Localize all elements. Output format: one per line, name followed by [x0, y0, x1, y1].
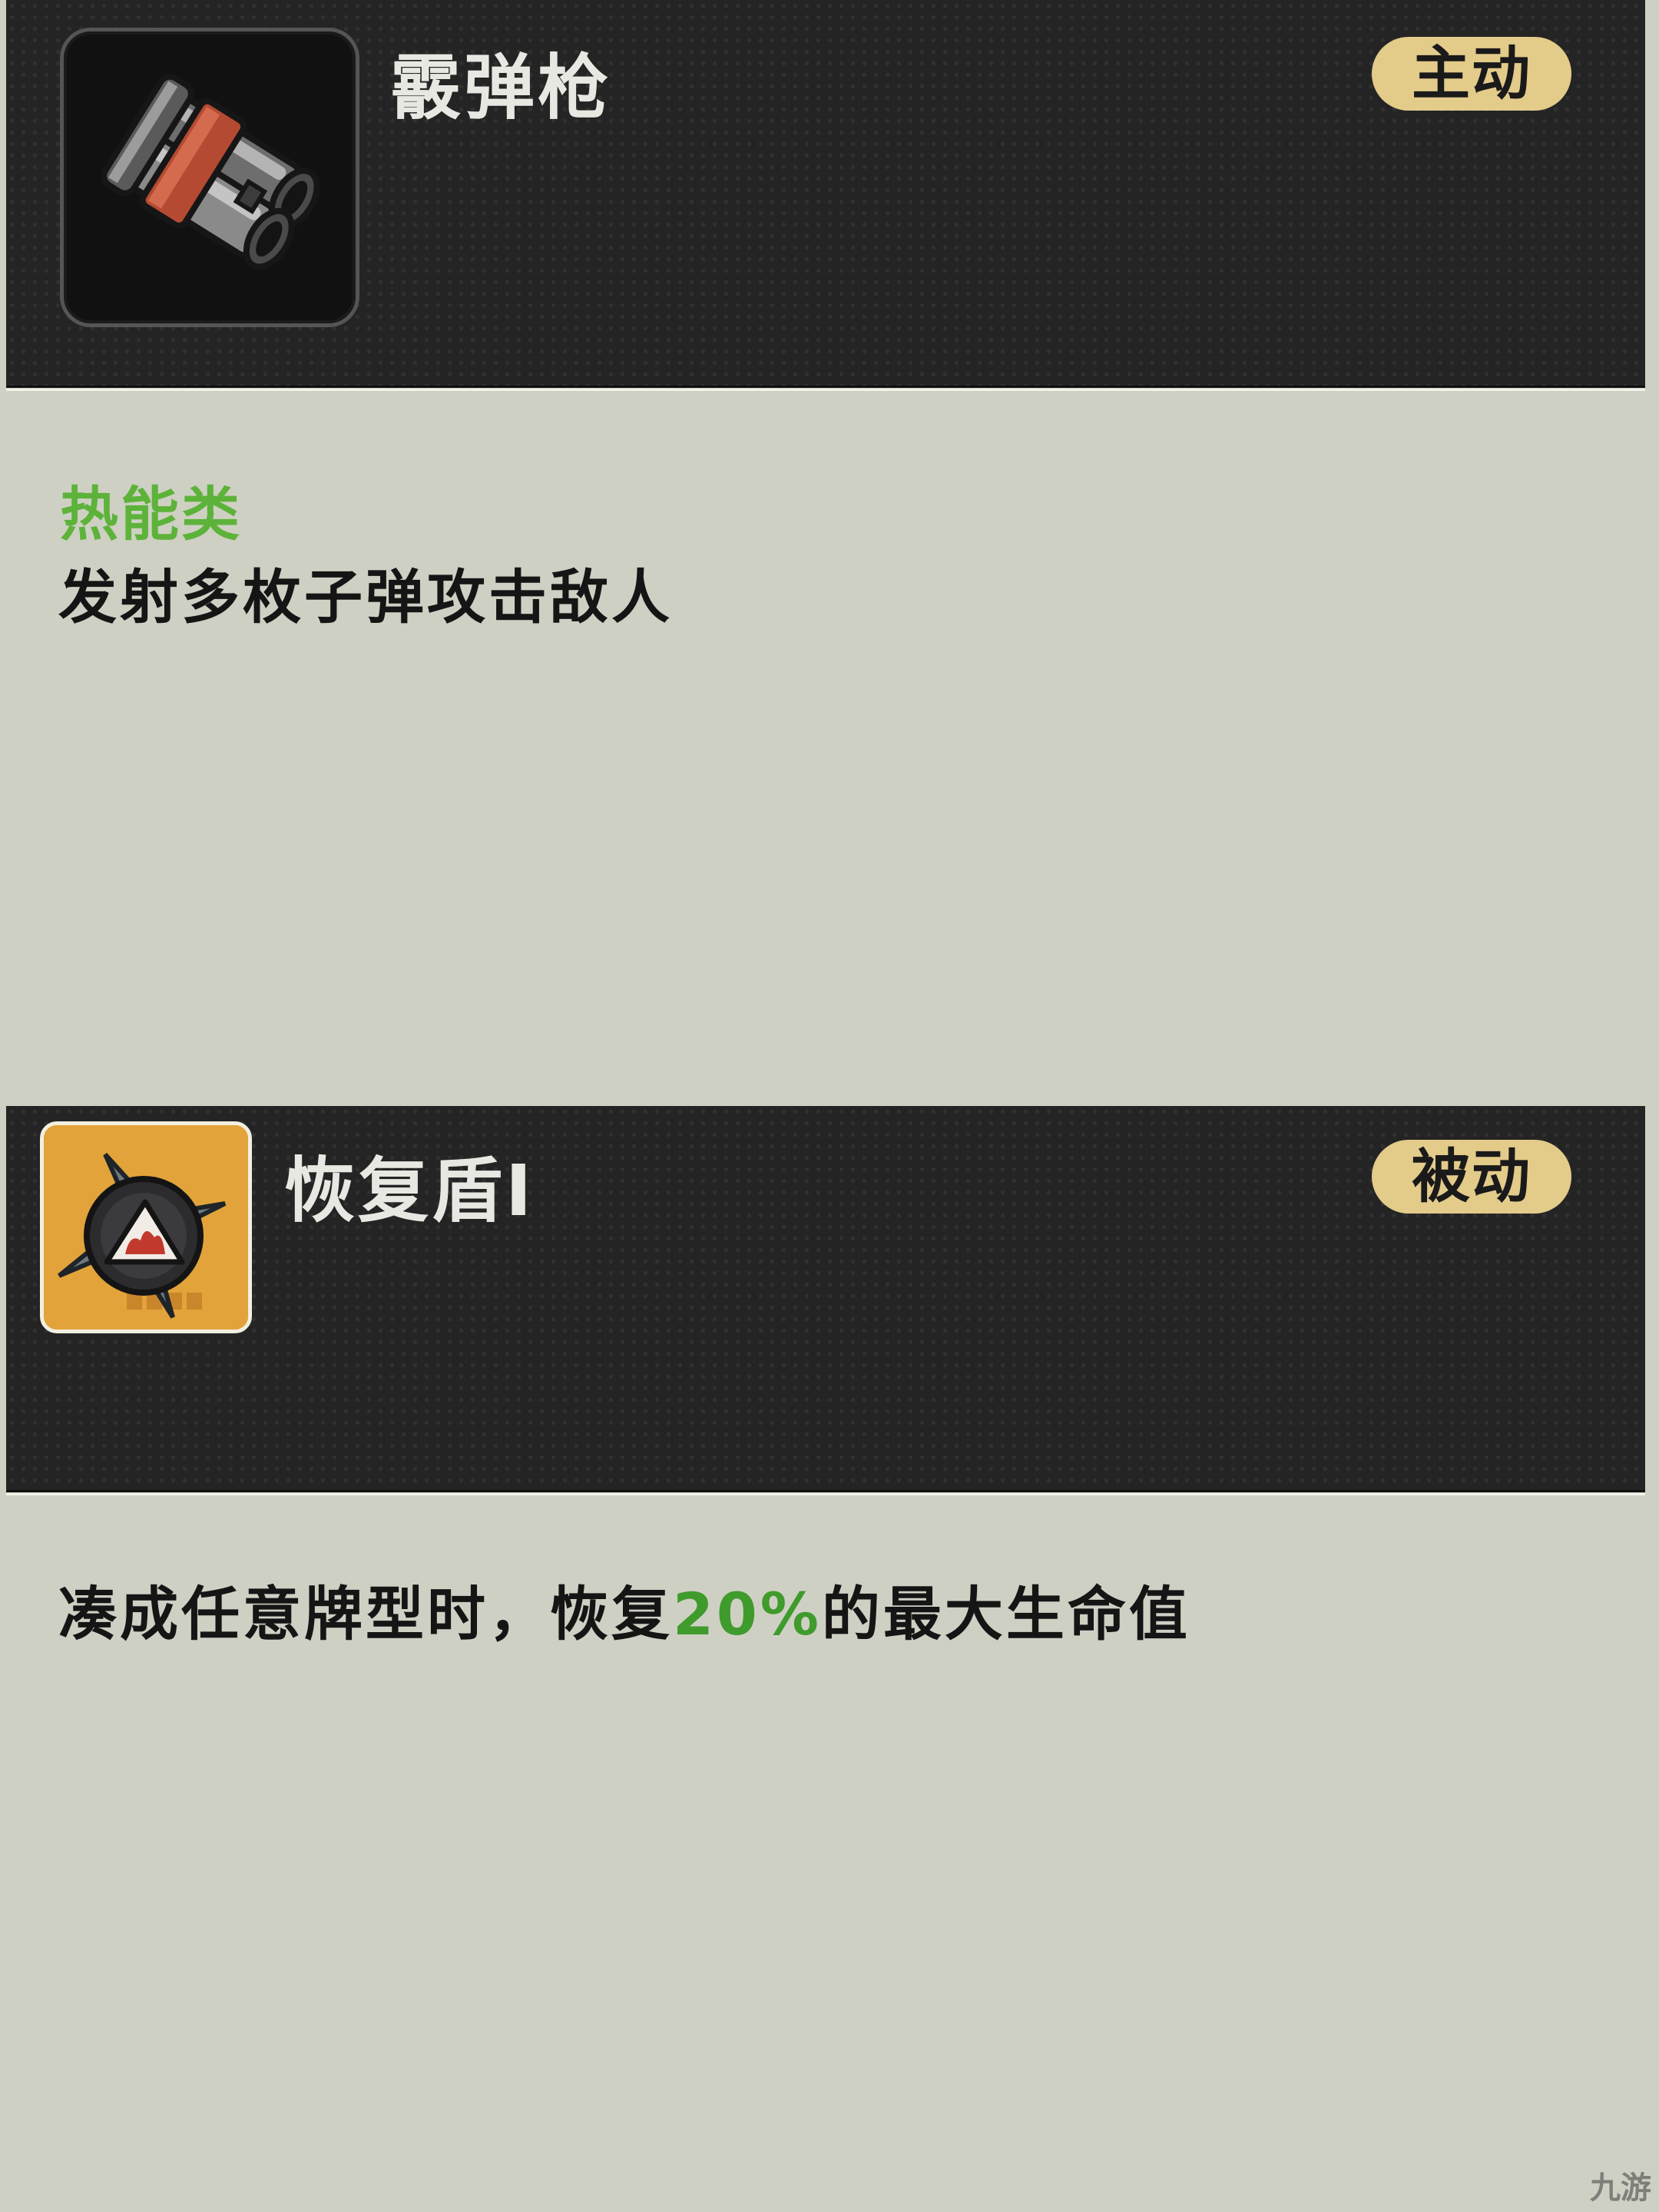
item-name: 霰弹枪 [390, 47, 612, 129]
item-description: 发射多枚子弹攻击敌人 [58, 563, 673, 631]
item-name: 恢复盾I [284, 1150, 535, 1232]
desc-after: 的最大生命值 [821, 1580, 1190, 1648]
desc-before: 凑成任意牌型时，恢复 [58, 1580, 673, 1648]
item-icon-frame [40, 1121, 252, 1333]
desc-highlight-value: 20% [673, 1580, 822, 1648]
item-header: 恢复盾I 被动 [6, 1106, 1645, 1495]
spiked-shield-icon [44, 1125, 248, 1330]
type-badge-active: 主动 [1372, 37, 1571, 111]
item-header: 霰弹枪 主动 [6, 0, 1645, 391]
item-card-recovery-shield: 恢复盾I 被动 凑成任意牌型时，恢复20%的最大生命值 九游 [0, 1106, 1659, 2212]
watermark-logo: 九游 [1590, 2171, 1651, 2206]
item-category: 热能类 [60, 480, 242, 548]
shotgun-icon [101, 73, 320, 270]
item-description: 凑成任意牌型时，恢复20%的最大生命值 [58, 1567, 1190, 1651]
item-icon-frame [60, 28, 359, 327]
item-card-shotgun: 霰弹枪 主动 热能类 发射多枚子弹攻击敌人 [0, 0, 1659, 1106]
type-badge-passive: 被动 [1372, 1140, 1571, 1214]
